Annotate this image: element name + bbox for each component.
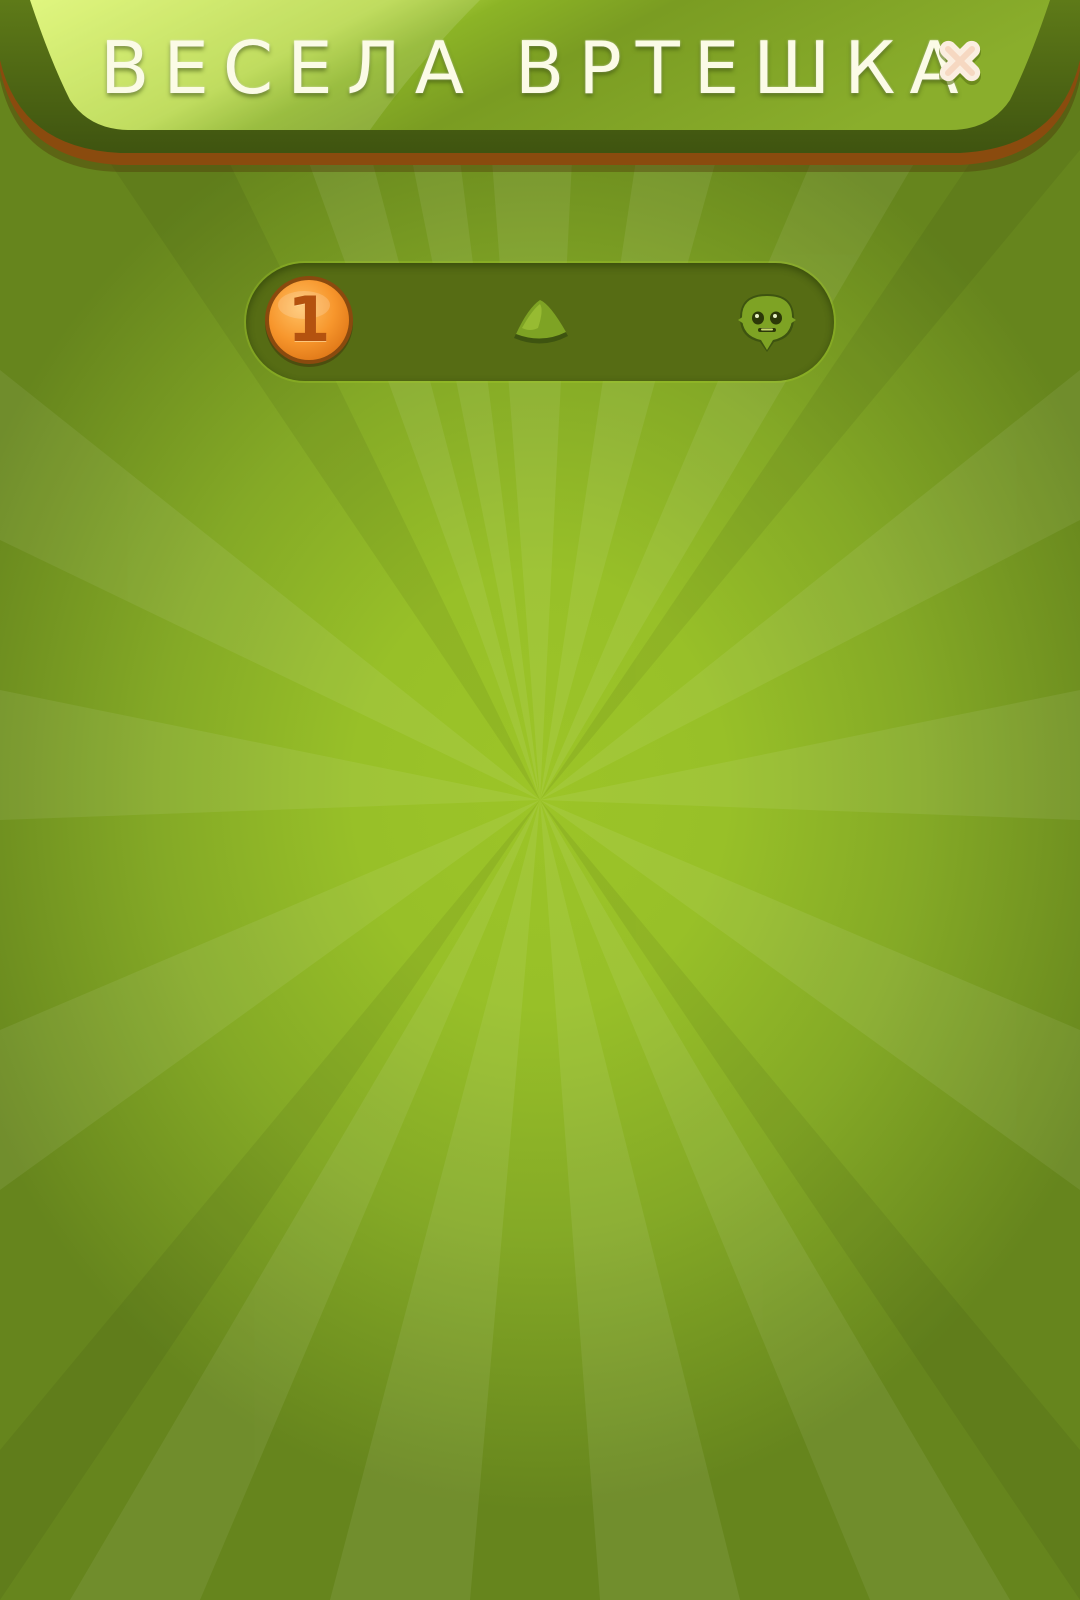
green-wedge-piece-icon [514, 300, 568, 344]
close-button[interactable] [930, 32, 990, 92]
level-number: 1 [287, 283, 331, 356]
game-title: ВЕСЕЛА ВРТЕШКА [100, 26, 973, 110]
green-monster-icon [738, 294, 796, 352]
close-x-icon [938, 40, 982, 86]
sunburst-background [0, 0, 1080, 1600]
